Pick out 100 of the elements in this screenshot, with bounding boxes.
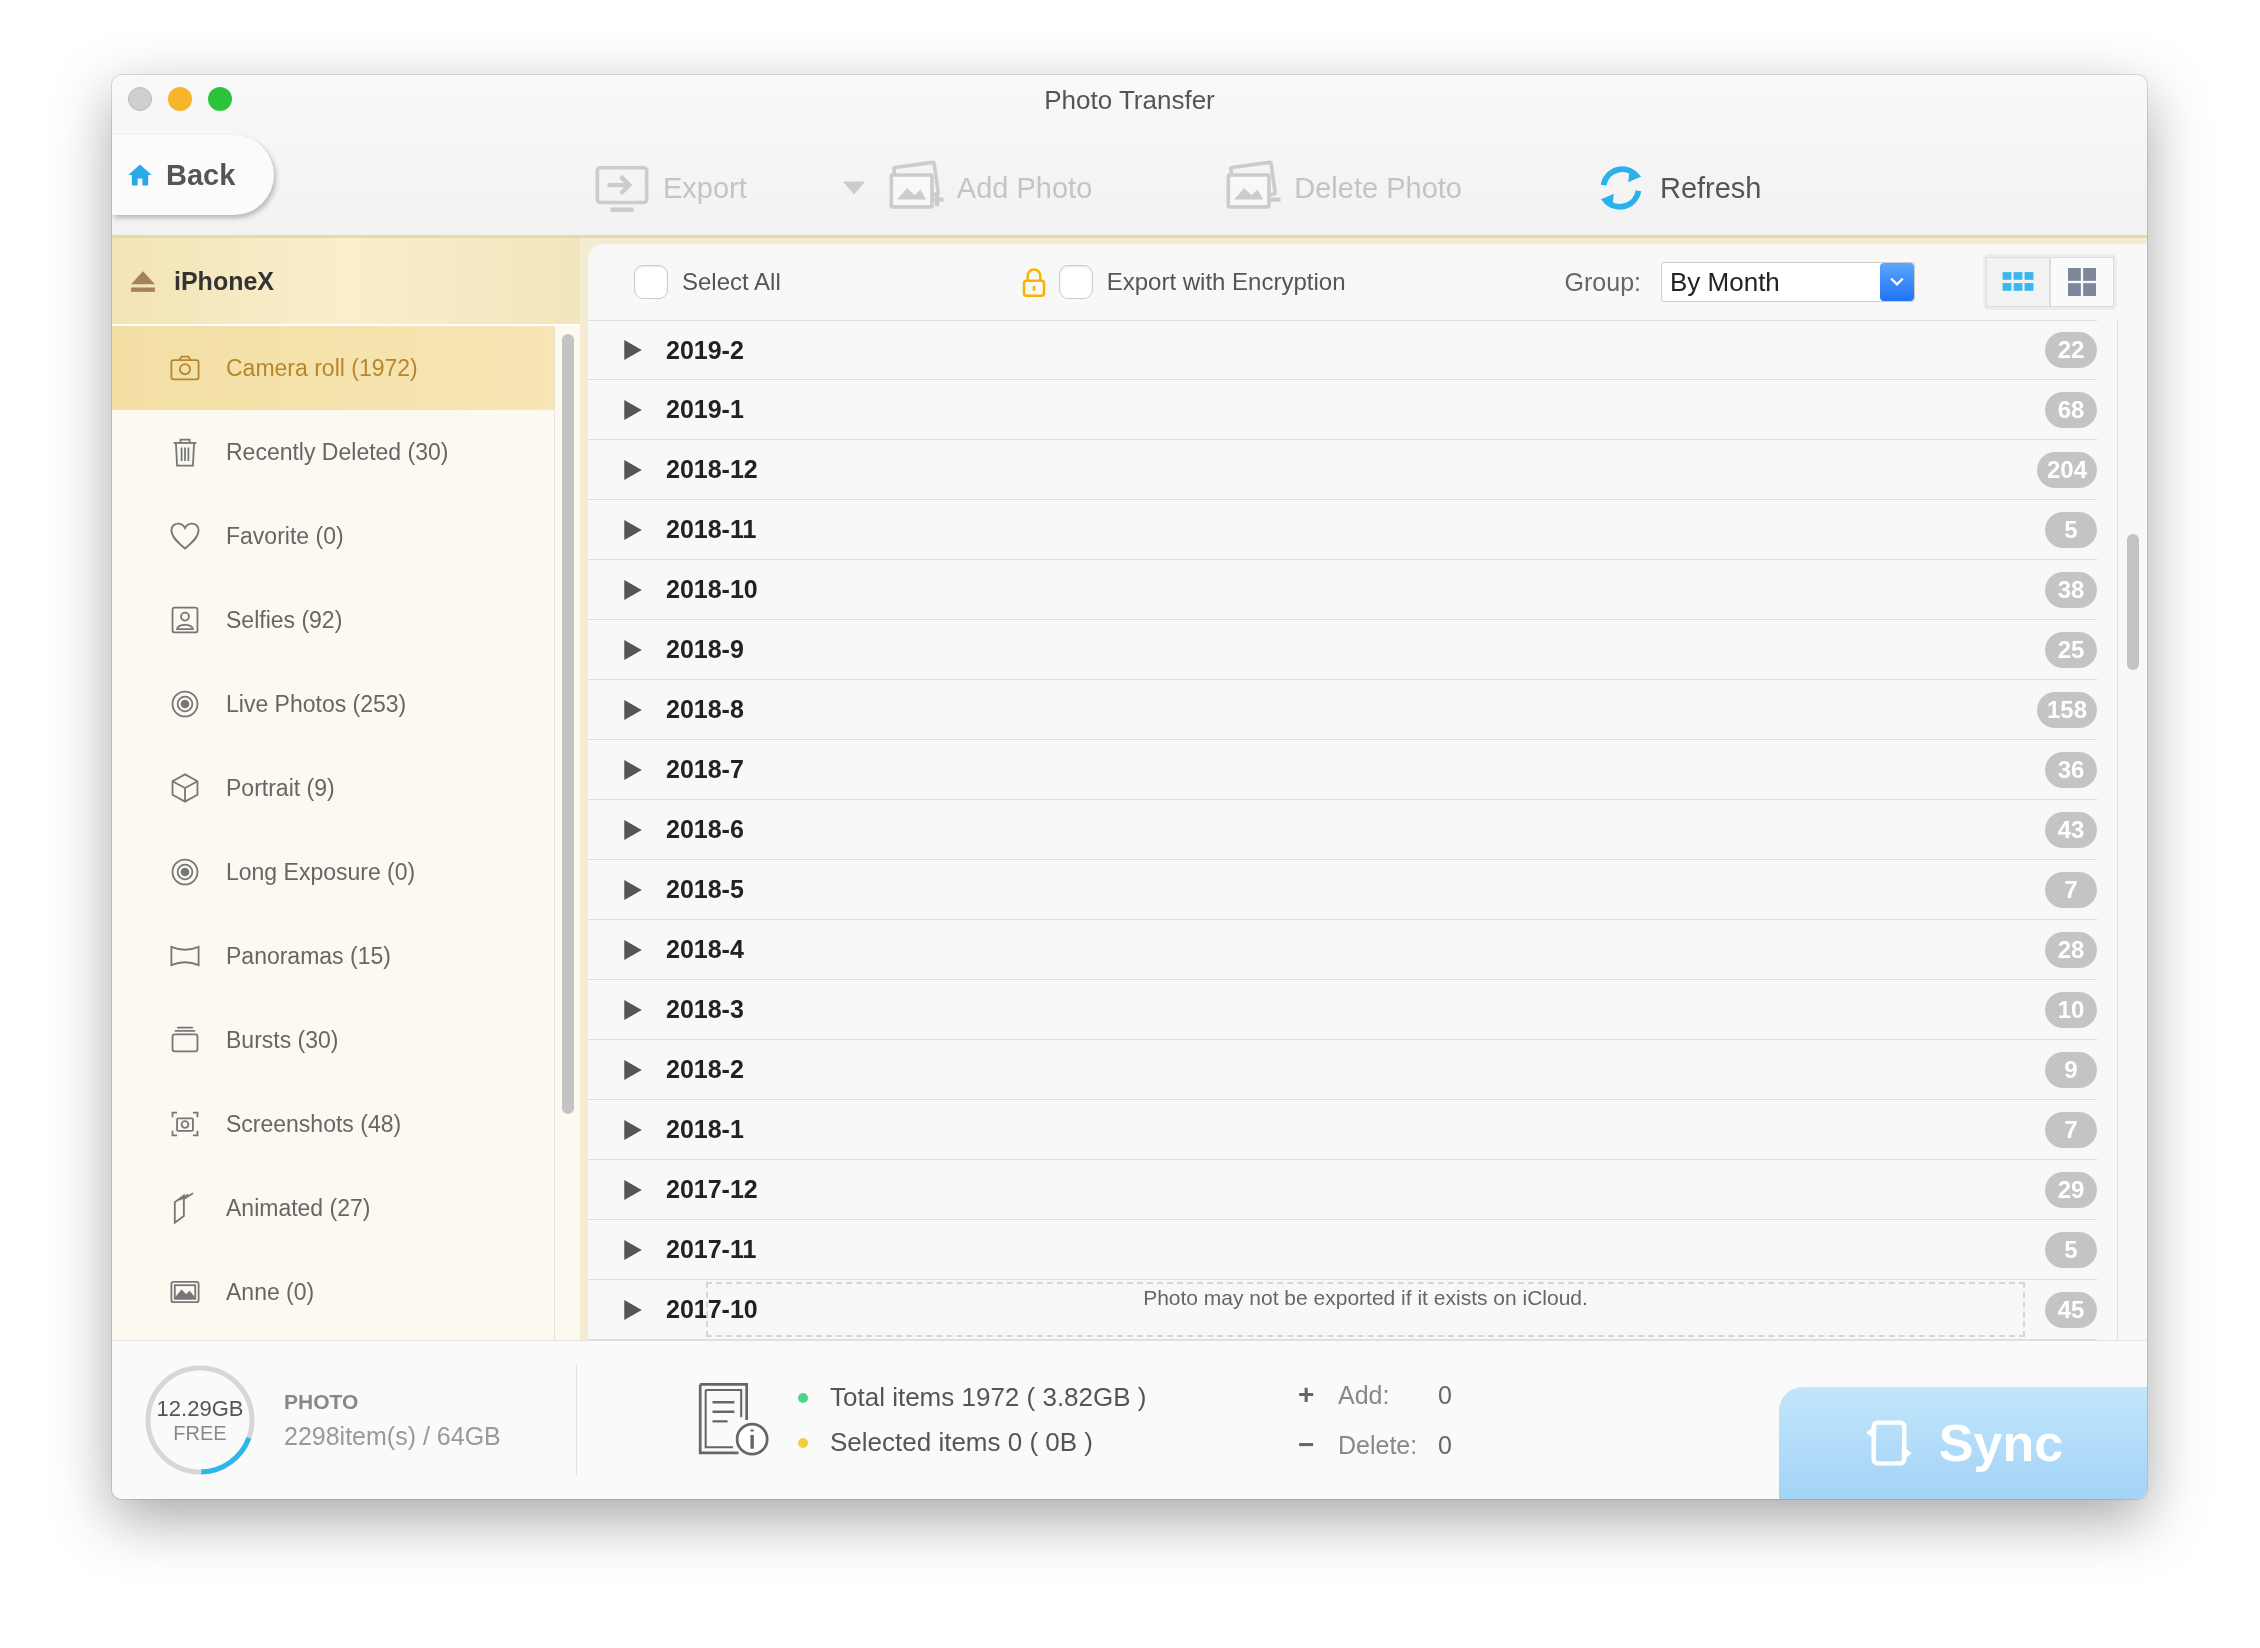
expand-triangle-icon[interactable]	[624, 999, 642, 1020]
count-badge: 5	[2045, 1231, 2097, 1268]
expand-triangle-icon[interactable]	[624, 1299, 642, 1320]
expand-triangle-icon[interactable]	[624, 459, 642, 480]
count-badge: 45	[2045, 1291, 2097, 1328]
expand-triangle-icon[interactable]	[624, 759, 642, 780]
count-badge: 9	[2045, 1051, 2097, 1088]
month-row[interactable]: 2018-4 28	[588, 920, 2097, 980]
summary-text: Total items 1972 ( 3.82GB )	[830, 1382, 1147, 1413]
select-all-checkbox[interactable]: Select All	[634, 265, 781, 299]
month-row[interactable]: 2017-11 5	[588, 1220, 2097, 1280]
month-row[interactable]: 2018-3 10	[588, 980, 2097, 1040]
album-item[interactable]: Screenshots (48)	[112, 1082, 554, 1166]
expand-triangle-icon[interactable]	[624, 699, 642, 720]
month-label: 2018-4	[666, 935, 745, 964]
eject-icon[interactable]	[130, 269, 156, 293]
expand-triangle-icon[interactable]	[624, 1179, 642, 1200]
month-label: 2018-11	[666, 515, 758, 544]
change-label: Delete:	[1338, 1430, 1419, 1460]
month-row[interactable]: 2018-6 43	[588, 800, 2097, 860]
window-title: Photo Transfer	[1044, 84, 1215, 116]
month-label: 2017-10	[666, 1295, 759, 1324]
expand-triangle-icon[interactable]	[624, 1239, 642, 1260]
large-grid-icon	[2068, 268, 2096, 296]
month-label: 2017-11	[666, 1235, 758, 1264]
expand-triangle-icon[interactable]	[624, 579, 642, 600]
month-label: 2018-1	[666, 1115, 745, 1144]
album-item[interactable]: Live Photos (253)	[112, 662, 554, 746]
expand-triangle-icon[interactable]	[624, 519, 642, 540]
month-label: 2018-7	[666, 755, 745, 784]
count-badge: 158	[2036, 691, 2097, 728]
expand-triangle-icon[interactable]	[624, 939, 642, 960]
group-label: Group:	[1564, 267, 1641, 297]
toolbar-button[interactable]: Refresh	[1591, 159, 1762, 217]
count-badge: 36	[2045, 751, 2097, 788]
count-badge: 28	[2045, 931, 2097, 968]
expand-triangle-icon[interactable]	[624, 639, 642, 660]
album-item[interactable]: Recently Deleted (30)	[112, 410, 554, 494]
album-item[interactable]: Selfies (92)	[112, 578, 554, 662]
album-item[interactable]: Anne (0)	[112, 1250, 554, 1334]
free-space: 12.29GB	[156, 1395, 244, 1422]
month-row[interactable]: 2018-8 158	[588, 680, 2097, 740]
month-label: 2019-2	[666, 335, 745, 365]
month-row[interactable]: 2018-2 9	[588, 1040, 2097, 1100]
view-toggle-button[interactable]	[2050, 257, 2114, 307]
album-item[interactable]: Portrait (9)	[112, 746, 554, 830]
month-label: 2018-3	[666, 995, 745, 1024]
count-badge: 25	[2045, 631, 2097, 668]
count-badge: 29	[2045, 1171, 2097, 1208]
month-label: 2018-6	[666, 815, 745, 844]
month-label: 2018-8	[666, 695, 745, 724]
month-label: 2018-2	[666, 1055, 745, 1084]
month-row[interactable]: 2018-1 7	[588, 1100, 2097, 1160]
scrollbar[interactable]	[2126, 534, 2139, 670]
month-row[interactable]: 2018-10 38	[588, 560, 2097, 620]
expand-triangle-icon[interactable]	[624, 399, 642, 420]
month-label: 2019-1	[666, 395, 745, 424]
view-toggle-button[interactable]	[1986, 257, 2050, 307]
month-label: 2018-12	[666, 455, 759, 484]
album-item[interactable]: Bursts (30)	[112, 998, 554, 1082]
encryption-checkbox[interactable]: Export with Encryption	[1058, 265, 1346, 299]
expand-triangle-icon[interactable]	[624, 1059, 642, 1080]
month-label: 2018-10	[666, 575, 759, 604]
month-row[interactable]: 2018-11 5	[588, 500, 2097, 560]
album-item[interactable]: Long Exposure (0)	[112, 830, 554, 914]
change-label: Add:	[1338, 1380, 1391, 1410]
count-badge: 7	[2045, 871, 2097, 908]
month-label: 2017-12	[666, 1175, 759, 1204]
month-row[interactable]: 2018-12 204	[588, 440, 2097, 500]
storage-usage: 2298item(s) / 64GB	[284, 1421, 501, 1451]
count-badge: 22	[2045, 332, 2097, 368]
summary-text: Selected items 0 ( 0B )	[830, 1427, 1093, 1458]
album-item[interactable]: Animated (27)	[112, 1166, 554, 1250]
group-dropdown[interactable]: By Month	[1661, 262, 1915, 302]
count-badge: 7	[2045, 1111, 2097, 1148]
month-row[interactable]: 2019-1 68	[588, 380, 2097, 440]
month-row[interactable]: 2018-5 7	[588, 860, 2097, 920]
free-label: FREE	[173, 1421, 227, 1445]
sign-symbol: −	[1298, 1429, 1316, 1461]
device-name: iPhoneX	[174, 266, 274, 296]
expand-triangle-icon[interactable]	[624, 819, 642, 840]
month-row[interactable]: 2019-2 22	[588, 320, 2097, 380]
count-badge: 38	[2045, 571, 2097, 608]
month-label: 2018-9	[666, 635, 745, 664]
expand-triangle-icon[interactable]	[624, 340, 642, 360]
month-row[interactable]: 2017-12 29	[588, 1160, 2097, 1220]
small-grid-icon	[2001, 271, 2035, 293]
expand-triangle-icon[interactable]	[624, 879, 642, 900]
month-row[interactable]: 2018-9 25	[588, 620, 2097, 680]
album-item[interactable]: Favorite (0)	[112, 494, 554, 578]
count-badge: 10	[2045, 991, 2097, 1028]
count-badge: 204	[2036, 451, 2097, 488]
back-button[interactable]: Back	[112, 135, 274, 215]
storage-type: PHOTO	[284, 1389, 360, 1414]
lock-icon	[1020, 267, 1047, 297]
chevron-down-icon	[1890, 277, 1904, 287]
month-row[interactable]: 2018-7 36	[588, 740, 2097, 800]
album-item[interactable]: Panoramas (15)	[112, 914, 554, 998]
scrollbar[interactable]	[562, 334, 574, 1114]
expand-triangle-icon[interactable]	[624, 1119, 642, 1140]
